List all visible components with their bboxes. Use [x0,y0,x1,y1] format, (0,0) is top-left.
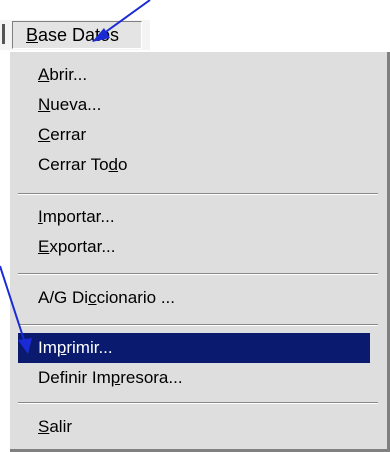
menu-separator [18,402,378,404]
menu-item-label: Imprimir... [38,338,113,357]
menu-item-label: Abrir... [38,65,88,84]
menu-item-label: Definir Impresora... [38,368,183,387]
menu-separator [18,193,378,195]
menu-item-cerrar[interactable]: Cerrar [18,120,370,150]
menu-item-definir-impresora[interactable]: Definir Impresora... [18,363,370,393]
menu-item-salir[interactable]: Salir [18,412,370,442]
menu-item-label: Salir [38,417,73,436]
menu-item-label: Nueva... [38,95,102,114]
menu-item-nueva[interactable]: Nueva... [18,90,370,120]
menu-base-datos[interactable]: Base Datos [12,21,142,49]
menu-item-imprimir[interactable]: Imprimir... [18,333,370,363]
menu-item-label: Cerrar [38,125,87,144]
menu-item-label: Importar... [38,207,115,226]
menu-separator [18,324,378,326]
menu-item-abrir[interactable]: Abrir... [18,60,370,90]
menu-item-importar[interactable]: Importar... [18,202,370,232]
menu-item-cerrar-todo[interactable]: Cerrar Todo [18,150,370,180]
menu-title-label: Base Datos [26,25,120,45]
menu-separator [18,273,378,275]
menubar-grip [2,24,5,44]
dropdown-menu: Abrir... Nueva... Cerrar Cerrar Todo Imp… [8,50,390,452]
menu-item-label: A/G Diccionario ... [38,288,175,307]
menu-item-label: Cerrar Todo [38,155,128,174]
menu-item-exportar[interactable]: Exportar... [18,232,370,262]
menu-item-label: Exportar... [38,237,116,256]
menu-item-diccionario[interactable]: A/G Diccionario ... [18,283,370,313]
